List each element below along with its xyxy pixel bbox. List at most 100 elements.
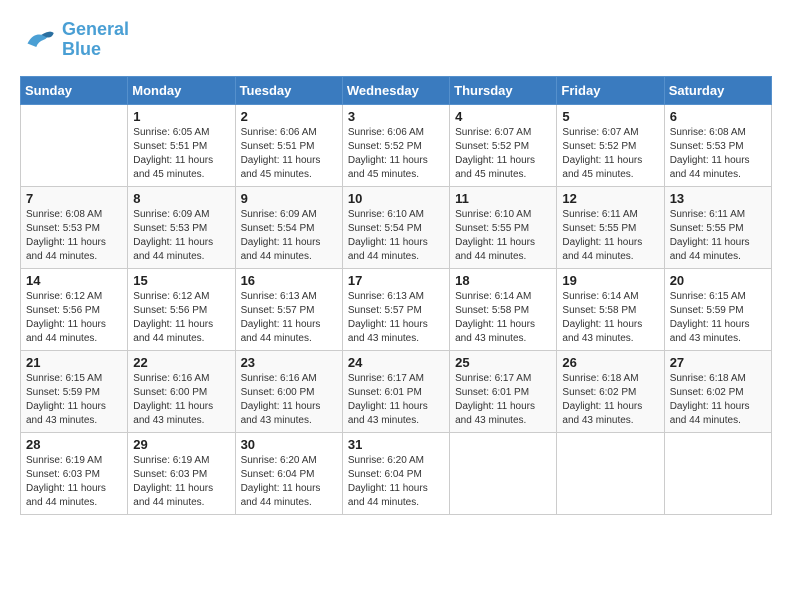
day-info: Sunrise: 6:11 AM Sunset: 5:55 PM Dayligh… [670, 208, 766, 264]
day-info: Sunrise: 6:16 AM Sunset: 6:00 PM Dayligh… [241, 372, 337, 428]
calendar-cell: 9 Sunrise: 6:09 AM Sunset: 5:54 PM Daylig… [235, 186, 342, 268]
day-info: Sunrise: 6:10 AM Sunset: 5:55 PM Dayligh… [455, 208, 551, 264]
day-number: 29 [133, 437, 229, 452]
day-number: 1 [133, 109, 229, 124]
calendar-week-3: 14 Sunrise: 6:12 AM Sunset: 5:56 PM Dayli… [21, 268, 772, 350]
day-info: Sunrise: 6:16 AM Sunset: 6:00 PM Dayligh… [133, 372, 229, 428]
day-info: Sunrise: 6:05 AM Sunset: 5:51 PM Dayligh… [133, 126, 229, 182]
day-info: Sunrise: 6:07 AM Sunset: 5:52 PM Dayligh… [455, 126, 551, 182]
day-number: 8 [133, 191, 229, 206]
day-number: 26 [562, 355, 658, 370]
day-info: Sunrise: 6:08 AM Sunset: 5:53 PM Dayligh… [670, 126, 766, 182]
calendar-cell: 5Sunrise: 6:07 AM Sunset: 5:52 PM Daylig… [557, 104, 664, 186]
logo-subtext: Blue [62, 40, 129, 60]
calendar-cell [21, 104, 128, 186]
day-number: 4 [455, 109, 551, 124]
day-info: Sunrise: 6:20 AM Sunset: 6:04 PM Dayligh… [241, 454, 337, 510]
day-info: Sunrise: 6:09 AM Sunset: 5:54 PM Dayligh… [241, 208, 337, 264]
calendar-cell: 29 Sunrise: 6:19 AM Sunset: 6:03 PM Dayli… [128, 432, 235, 514]
col-header-wednesday: Wednesday [342, 76, 449, 104]
col-header-monday: Monday [128, 76, 235, 104]
calendar-cell: 26Sunrise: 6:18 AM Sunset: 6:02 PM Dayli… [557, 350, 664, 432]
calendar-cell [557, 432, 664, 514]
day-number: 11 [455, 191, 551, 206]
day-number: 24 [348, 355, 444, 370]
day-info: Sunrise: 6:07 AM Sunset: 5:52 PM Dayligh… [562, 126, 658, 182]
day-number: 7 [26, 191, 122, 206]
calendar-cell: 4 Sunrise: 6:07 AM Sunset: 5:52 PM Daylig… [450, 104, 557, 186]
day-number: 3 [348, 109, 444, 124]
calendar-cell: 6 Sunrise: 6:08 AM Sunset: 5:53 PM Daylig… [664, 104, 771, 186]
day-number: 15 [133, 273, 229, 288]
calendar-week-2: 7 Sunrise: 6:08 AM Sunset: 5:53 PM Daylig… [21, 186, 772, 268]
day-number: 12 [562, 191, 658, 206]
day-info: Sunrise: 6:14 AM Sunset: 5:58 PM Dayligh… [455, 290, 551, 346]
calendar-cell [664, 432, 771, 514]
calendar-cell: 12 Sunrise: 6:11 AM Sunset: 5:55 PM Dayli… [557, 186, 664, 268]
day-info: Sunrise: 6:06 AM Sunset: 5:52 PM Dayligh… [348, 126, 444, 182]
col-header-tuesday: Tuesday [235, 76, 342, 104]
calendar-header-row: SundayMondayTuesdayWednesdayThursdayFrid… [21, 76, 772, 104]
day-info: Sunrise: 6:12 AM Sunset: 5:56 PM Dayligh… [133, 290, 229, 346]
calendar-cell [450, 432, 557, 514]
calendar-week-1: 1 Sunrise: 6:05 AM Sunset: 5:51 PM Daylig… [21, 104, 772, 186]
calendar-cell: 15 Sunrise: 6:12 AM Sunset: 5:56 PM Dayli… [128, 268, 235, 350]
calendar-cell: 17Sunrise: 6:13 AM Sunset: 5:57 PM Dayli… [342, 268, 449, 350]
calendar-cell: 1 Sunrise: 6:05 AM Sunset: 5:51 PM Daylig… [128, 104, 235, 186]
day-number: 28 [26, 437, 122, 452]
logo: General Blue [20, 20, 129, 60]
day-info: Sunrise: 6:12 AM Sunset: 5:56 PM Dayligh… [26, 290, 122, 346]
calendar-cell: 23 Sunrise: 6:16 AM Sunset: 6:00 PM Dayli… [235, 350, 342, 432]
calendar-cell: 11 Sunrise: 6:10 AM Sunset: 5:55 PM Dayli… [450, 186, 557, 268]
day-number: 10 [348, 191, 444, 206]
day-info: Sunrise: 6:17 AM Sunset: 6:01 PM Dayligh… [348, 372, 444, 428]
calendar-week-4: 21Sunrise: 6:15 AM Sunset: 5:59 PM Dayli… [21, 350, 772, 432]
calendar-cell: 7 Sunrise: 6:08 AM Sunset: 5:53 PM Daylig… [21, 186, 128, 268]
day-number: 19 [562, 273, 658, 288]
day-info: Sunrise: 6:20 AM Sunset: 6:04 PM Dayligh… [348, 454, 444, 510]
calendar-cell: 28Sunrise: 6:19 AM Sunset: 6:03 PM Dayli… [21, 432, 128, 514]
calendar-cell: 2Sunrise: 6:06 AM Sunset: 5:51 PM Daylig… [235, 104, 342, 186]
col-header-saturday: Saturday [664, 76, 771, 104]
calendar-cell: 3 Sunrise: 6:06 AM Sunset: 5:52 PM Daylig… [342, 104, 449, 186]
day-info: Sunrise: 6:11 AM Sunset: 5:55 PM Dayligh… [562, 208, 658, 264]
day-number: 14 [26, 273, 122, 288]
calendar-cell: 21Sunrise: 6:15 AM Sunset: 5:59 PM Dayli… [21, 350, 128, 432]
day-number: 30 [241, 437, 337, 452]
calendar-cell: 18 Sunrise: 6:14 AM Sunset: 5:58 PM Dayli… [450, 268, 557, 350]
day-number: 18 [455, 273, 551, 288]
day-info: Sunrise: 6:17 AM Sunset: 6:01 PM Dayligh… [455, 372, 551, 428]
day-number: 6 [670, 109, 766, 124]
day-number: 16 [241, 273, 337, 288]
calendar-cell: 24 Sunrise: 6:17 AM Sunset: 6:01 PM Dayli… [342, 350, 449, 432]
calendar-cell: 19Sunrise: 6:14 AM Sunset: 5:58 PM Dayli… [557, 268, 664, 350]
calendar-table: SundayMondayTuesdayWednesdayThursdayFrid… [20, 76, 772, 515]
day-number: 9 [241, 191, 337, 206]
calendar-cell: 10 Sunrise: 6:10 AM Sunset: 5:54 PM Dayli… [342, 186, 449, 268]
day-info: Sunrise: 6:08 AM Sunset: 5:53 PM Dayligh… [26, 208, 122, 264]
calendar-cell: 30 Sunrise: 6:20 AM Sunset: 6:04 PM Dayli… [235, 432, 342, 514]
day-number: 27 [670, 355, 766, 370]
day-number: 25 [455, 355, 551, 370]
calendar-cell: 27 Sunrise: 6:18 AM Sunset: 6:02 PM Dayli… [664, 350, 771, 432]
col-header-thursday: Thursday [450, 76, 557, 104]
day-info: Sunrise: 6:09 AM Sunset: 5:53 PM Dayligh… [133, 208, 229, 264]
calendar-cell: 31 Sunrise: 6:20 AM Sunset: 6:04 PM Dayli… [342, 432, 449, 514]
day-number: 21 [26, 355, 122, 370]
day-number: 31 [348, 437, 444, 452]
page-header: General Blue [20, 20, 772, 60]
calendar-cell: 14 Sunrise: 6:12 AM Sunset: 5:56 PM Dayli… [21, 268, 128, 350]
calendar-cell: 8 Sunrise: 6:09 AM Sunset: 5:53 PM Daylig… [128, 186, 235, 268]
col-header-friday: Friday [557, 76, 664, 104]
day-number: 23 [241, 355, 337, 370]
day-info: Sunrise: 6:18 AM Sunset: 6:02 PM Dayligh… [670, 372, 766, 428]
day-number: 20 [670, 273, 766, 288]
calendar-cell: 13Sunrise: 6:11 AM Sunset: 5:55 PM Dayli… [664, 186, 771, 268]
day-info: Sunrise: 6:19 AM Sunset: 6:03 PM Dayligh… [133, 454, 229, 510]
logo-text: General [62, 20, 129, 40]
day-info: Sunrise: 6:10 AM Sunset: 5:54 PM Dayligh… [348, 208, 444, 264]
day-info: Sunrise: 6:13 AM Sunset: 5:57 PM Dayligh… [241, 290, 337, 346]
day-number: 22 [133, 355, 229, 370]
day-info: Sunrise: 6:13 AM Sunset: 5:57 PM Dayligh… [348, 290, 444, 346]
day-info: Sunrise: 6:06 AM Sunset: 5:51 PM Dayligh… [241, 126, 337, 182]
